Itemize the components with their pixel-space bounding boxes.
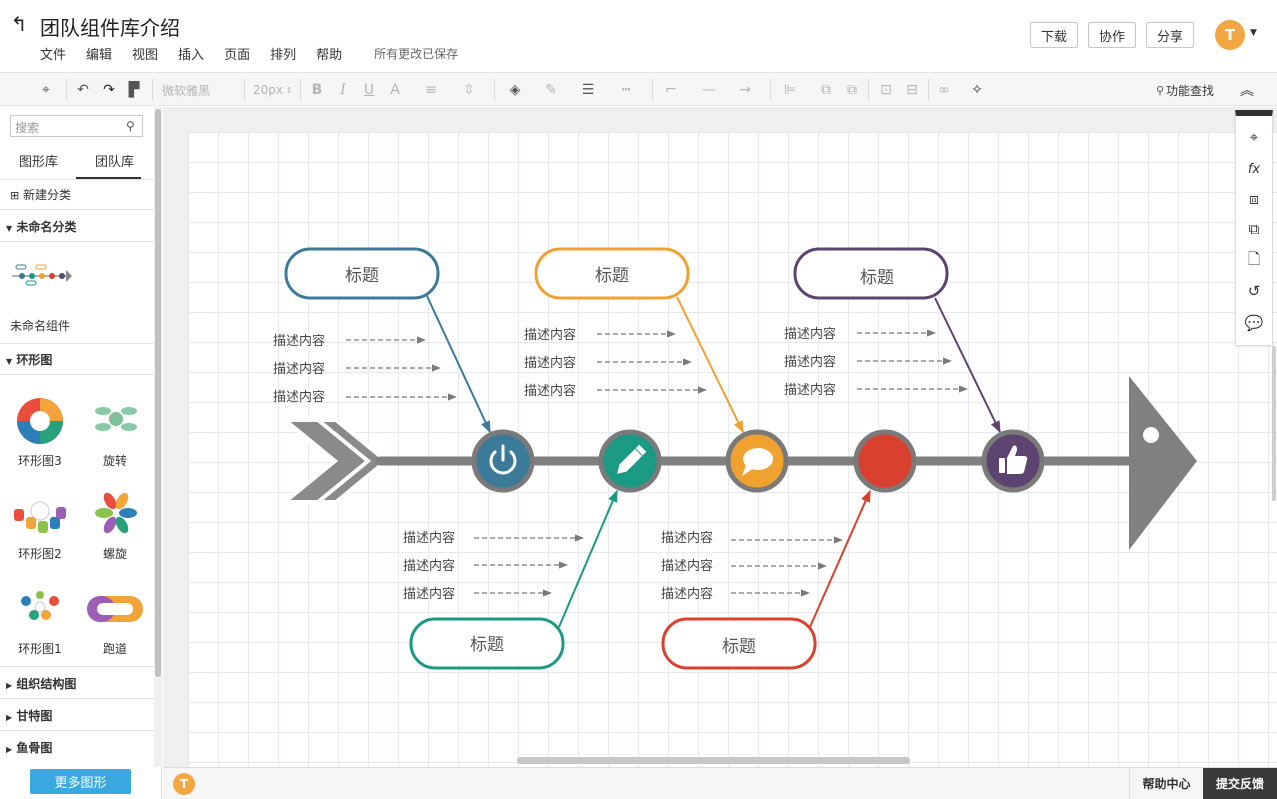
navigator-icon[interactable]: ⌖ bbox=[1243, 126, 1265, 148]
fishbone-head[interactable] bbox=[1129, 376, 1197, 550]
bone-line-4[interactable] bbox=[558, 489, 618, 628]
desc-text: 描述内容 bbox=[403, 586, 455, 602]
help-center-button[interactable]: 帮助中心 bbox=[1129, 768, 1203, 799]
title-box-4[interactable]: 标题 bbox=[409, 617, 565, 670]
desc-text: 描述内容 bbox=[403, 530, 455, 546]
title-box-5[interactable]: 标题 bbox=[661, 617, 817, 670]
desc-text: 描述内容 bbox=[661, 558, 713, 574]
node-speech-bubble[interactable] bbox=[725, 429, 789, 493]
desc-text: 描述内容 bbox=[784, 354, 836, 370]
comment-icon[interactable]: 💬 bbox=[1243, 312, 1265, 334]
vertical-scrollbar[interactable] bbox=[1272, 346, 1276, 501]
desc-text: 描述内容 bbox=[784, 382, 836, 398]
desc-text: 描述内容 bbox=[273, 333, 325, 349]
right-dock: ⌖ fx ⧈ ⧉ 🗋 ↺ 💬 bbox=[1235, 110, 1273, 346]
desc-text: 描述内容 bbox=[661, 530, 713, 546]
collaborator-avatar[interactable]: T bbox=[173, 773, 195, 795]
bone-line-2[interactable] bbox=[676, 296, 744, 434]
title-text: 标题 bbox=[595, 266, 629, 286]
desc-group-1[interactable]: 描述内容 描述内容 描述内容 bbox=[273, 333, 457, 405]
desc-text: 描述内容 bbox=[273, 389, 325, 405]
pages-icon[interactable]: ⧉ bbox=[1243, 218, 1265, 240]
bone-line-1[interactable] bbox=[426, 295, 491, 434]
bone-line-5[interactable] bbox=[809, 489, 871, 628]
desc-group-2[interactable]: 描述内容 描述内容 描述内容 bbox=[524, 327, 707, 399]
desc-text: 描述内容 bbox=[273, 361, 325, 377]
horizontal-scrollbar[interactable] bbox=[517, 757, 910, 764]
node-thumbs-up[interactable] bbox=[981, 429, 1045, 493]
title-box-1[interactable]: 标题 bbox=[284, 247, 440, 300]
formula-icon[interactable]: fx bbox=[1243, 158, 1265, 180]
title-text: 标题 bbox=[470, 635, 504, 655]
desc-group-3[interactable]: 描述内容 描述内容 描述内容 bbox=[784, 326, 968, 398]
desc-text: 描述内容 bbox=[524, 383, 576, 399]
bone-line-3[interactable] bbox=[934, 297, 1001, 434]
title-box-3[interactable]: 标题 bbox=[793, 247, 949, 300]
desc-group-5[interactable]: 描述内容 描述内容 描述内容 bbox=[661, 530, 843, 602]
desc-text: 描述内容 bbox=[784, 326, 836, 342]
title-text: 标题 bbox=[722, 637, 756, 657]
node-power[interactable] bbox=[471, 429, 535, 493]
title-text: 标题 bbox=[345, 266, 379, 286]
feedback-button[interactable]: 提交反馈 bbox=[1203, 768, 1277, 799]
title-box-2[interactable]: 标题 bbox=[534, 247, 690, 300]
desc-text: 描述内容 bbox=[403, 558, 455, 574]
node-red[interactable] bbox=[853, 429, 917, 493]
bottom-bar: T 帮助中心 提交反馈 bbox=[163, 767, 1277, 799]
node-pencil[interactable] bbox=[598, 429, 662, 493]
desc-text: 描述内容 bbox=[524, 355, 576, 371]
desc-text: 描述内容 bbox=[524, 327, 576, 343]
desc-group-4[interactable]: 描述内容 描述内容 描述内容 bbox=[403, 530, 584, 602]
fishbone-tail[interactable] bbox=[279, 418, 390, 504]
fishbone-diagram: 标题 标题 标题 标题 标题 描述内容 描述内容 描述内容 描述内容 描述内容 … bbox=[273, 247, 1197, 670]
title-text: 标题 bbox=[860, 268, 894, 288]
history-icon[interactable]: ↺ bbox=[1243, 280, 1265, 302]
desc-text: 描述内容 bbox=[661, 586, 713, 602]
layers-icon[interactable]: ⧈ bbox=[1243, 188, 1265, 210]
page-icon[interactable]: 🗋 bbox=[1243, 250, 1265, 272]
